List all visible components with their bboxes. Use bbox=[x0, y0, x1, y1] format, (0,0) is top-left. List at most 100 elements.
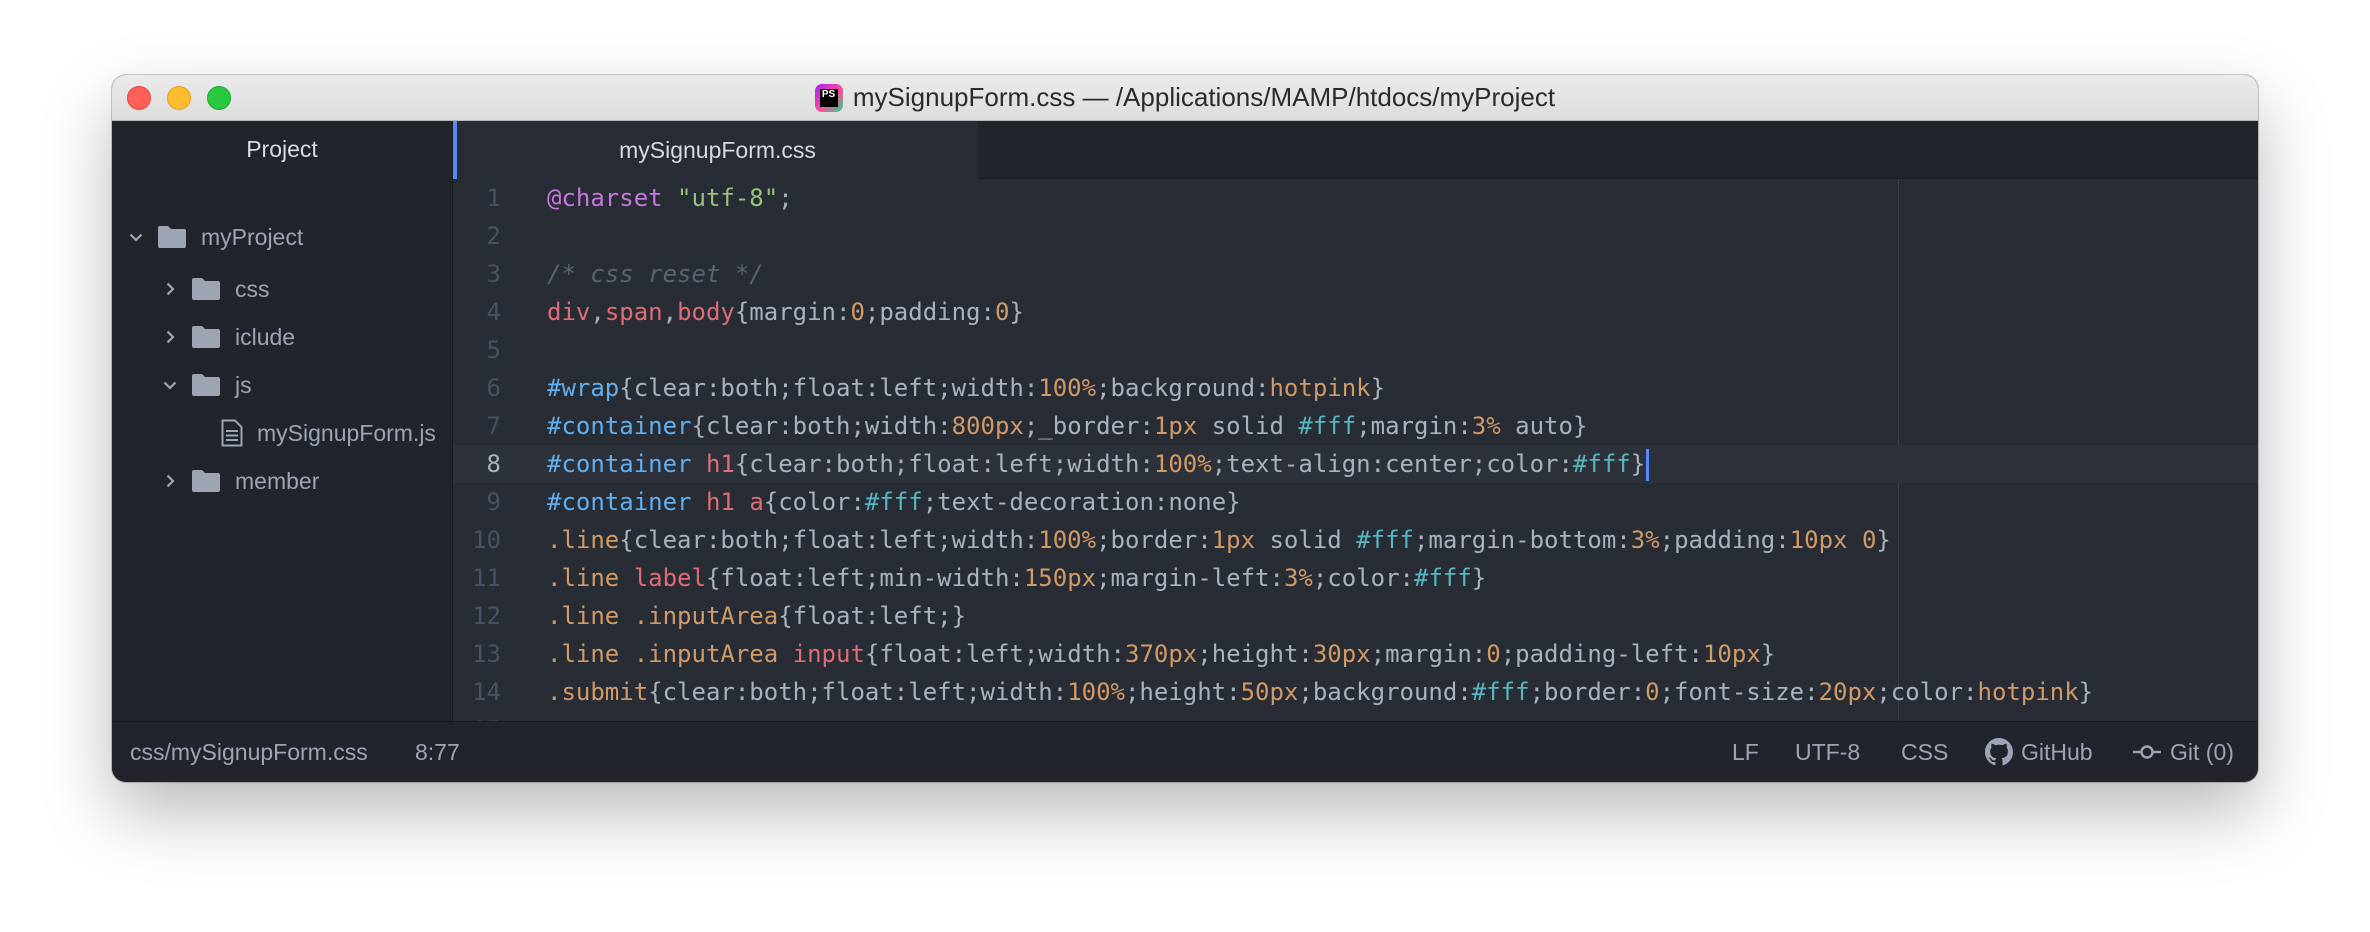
code-token: #fff bbox=[1471, 678, 1530, 706]
status-cursor-position[interactable]: 8:77 bbox=[415, 722, 460, 782]
code-token: ; bbox=[778, 184, 793, 212]
code-token: 0 bbox=[1861, 526, 1877, 554]
status-git-button[interactable]: Git (0) bbox=[2132, 722, 2234, 782]
chevron-right-icon[interactable] bbox=[159, 278, 181, 300]
tree-file-item[interactable]: mySignupForm.js bbox=[112, 411, 436, 455]
tree-folder-item[interactable]: myProject bbox=[112, 215, 303, 259]
line-number[interactable]: 13 bbox=[453, 635, 501, 673]
code-token: 100% bbox=[1067, 678, 1125, 706]
code-line[interactable]: 9 #container h1 a{color:#fff;text-decorat… bbox=[453, 483, 2258, 521]
code-token: ;background: bbox=[1298, 678, 1472, 706]
code-token: } bbox=[2078, 678, 2094, 706]
editor-window: PS mySignupForm.css — /Applications/MAMP… bbox=[112, 75, 2258, 782]
code-token: "utf-8" bbox=[677, 184, 779, 212]
code-line[interactable]: 7 #container{clear:both;width:800px;_bord… bbox=[453, 407, 2258, 445]
code-line[interactable]: 8 #container h1{clear:both;float:left;wid… bbox=[453, 445, 2258, 483]
line-number[interactable]: 14 bbox=[453, 673, 501, 711]
code-text: .line .inputArea{float:left;} bbox=[547, 597, 966, 635]
chevron-right-icon[interactable] bbox=[159, 326, 181, 348]
line-number[interactable]: 12 bbox=[453, 597, 501, 635]
line-number[interactable]: 8 bbox=[453, 445, 501, 483]
code-line[interactable]: 14 .submit{clear:both;float:left;width:10… bbox=[453, 673, 2258, 711]
tree-folder-item[interactable]: member bbox=[112, 459, 319, 503]
status-grammar[interactable]: CSS bbox=[1901, 722, 1948, 782]
status-encoding[interactable]: UTF-8 bbox=[1795, 722, 1860, 782]
code-text: #container h1 a{color:#fff;text-decorati… bbox=[547, 483, 1241, 521]
code-token: 800px bbox=[951, 412, 1024, 440]
code-token: ;padding: bbox=[864, 298, 995, 326]
code-token: ;text-decoration:none} bbox=[922, 488, 1241, 516]
code-token: 3% bbox=[1630, 526, 1660, 554]
code-text: div,span,body{margin:0;padding:0} bbox=[547, 293, 1024, 331]
code-token: ;height: bbox=[1197, 640, 1313, 668]
code-token: #fff bbox=[1298, 412, 1357, 440]
code-token: 0 bbox=[850, 298, 865, 326]
line-number[interactable]: 7 bbox=[453, 407, 501, 445]
chevron-down-icon[interactable] bbox=[159, 374, 181, 396]
code-token: hotpink bbox=[1977, 678, 2079, 706]
tree-item-label: mySignupForm.js bbox=[257, 419, 436, 446]
code-token: {clear:both;width: bbox=[691, 412, 952, 440]
code-line[interactable]: 6 #wrap{clear:both;float:left;width:100%;… bbox=[453, 369, 2258, 407]
chevron-right-icon[interactable] bbox=[159, 470, 181, 492]
title-bar[interactable]: PS mySignupForm.css — /Applications/MAMP… bbox=[112, 75, 2258, 121]
line-number[interactable]: 5 bbox=[453, 331, 501, 369]
line-number[interactable]: 4 bbox=[453, 293, 501, 331]
tab-mysignupform-css[interactable]: mySignupForm.css bbox=[453, 121, 978, 179]
tree-folder-item[interactable]: js bbox=[112, 363, 252, 407]
code-line[interactable]: 4 div,span,body{margin:0;padding:0} bbox=[453, 293, 2258, 331]
code-token: {float:left;} bbox=[778, 602, 967, 630]
code-token: span bbox=[604, 298, 663, 326]
line-number[interactable]: 6 bbox=[453, 369, 501, 407]
code-token: .line bbox=[547, 564, 620, 592]
code-editor[interactable]: 1 @charset "utf-8"; 2 3 /* css reset */ 4 div,… bbox=[453, 179, 2258, 722]
code-line[interactable]: 5 bbox=[453, 331, 2258, 369]
status-file-path[interactable]: css/mySignupForm.css bbox=[130, 722, 368, 782]
code-token: 370px bbox=[1125, 640, 1198, 668]
line-number[interactable]: 1 bbox=[453, 179, 501, 217]
code-text: .submit{clear:both;float:left;width:100%… bbox=[547, 673, 2093, 711]
code-token: 100% bbox=[1038, 374, 1097, 402]
line-number[interactable]: 11 bbox=[453, 559, 501, 597]
code-token: {clear:both;float:left;width: bbox=[648, 678, 1068, 706]
folder-icon bbox=[191, 469, 221, 493]
sidebar-header[interactable]: Project bbox=[112, 121, 452, 178]
code-token: 10px bbox=[1789, 526, 1848, 554]
code-line[interactable]: 2 bbox=[453, 217, 2258, 255]
code-line[interactable]: 12 .line .inputArea{float:left;} bbox=[453, 597, 2258, 635]
code-token: #container bbox=[547, 412, 692, 440]
code-token: 100% bbox=[1038, 526, 1097, 554]
code-token: .line bbox=[547, 526, 620, 554]
status-line-ending[interactable]: LF bbox=[1732, 722, 1759, 782]
status-github-button[interactable]: GitHub bbox=[1985, 722, 2093, 782]
line-number[interactable]: 10 bbox=[453, 521, 501, 559]
code-token: 0 bbox=[1645, 678, 1660, 706]
tree-folder-item[interactable]: iclude bbox=[112, 315, 295, 359]
folder-icon bbox=[191, 277, 221, 301]
code-token: {clear:both;float:left;width: bbox=[734, 450, 1154, 478]
code-line[interactable]: 1 @charset "utf-8"; bbox=[453, 179, 2258, 217]
code-line[interactable]: 3 /* css reset */ bbox=[453, 255, 2258, 293]
code-token: {float:left;min-width: bbox=[705, 564, 1024, 592]
tree-folder-item[interactable]: css bbox=[112, 267, 270, 311]
line-number[interactable]: 9 bbox=[453, 483, 501, 521]
window-title: mySignupForm.css — /Applications/MAMP/ht… bbox=[852, 82, 1556, 112]
code-token: input bbox=[792, 640, 865, 668]
chevron-down-icon[interactable] bbox=[125, 226, 147, 248]
phpstorm-app-icon: PS bbox=[814, 83, 843, 112]
code-token: {float:left;width: bbox=[864, 640, 1125, 668]
line-number[interactable]: 3 bbox=[453, 255, 501, 293]
code-token: 3% bbox=[1283, 564, 1313, 592]
code-line[interactable]: 10 .line{clear:both;float:left;width:100%… bbox=[453, 521, 2258, 559]
code-line[interactable]: 13 .line .inputArea input{float:left;widt… bbox=[453, 635, 2258, 673]
line-number[interactable]: 2 bbox=[453, 217, 501, 255]
code-token: {color: bbox=[763, 488, 865, 516]
tree-item-label: js bbox=[235, 371, 252, 398]
code-token: {clear:both;float:left;width: bbox=[619, 374, 1039, 402]
code-line[interactable]: 11 .line label{float:left;min-width:150px… bbox=[453, 559, 2258, 597]
tree-item-label: myProject bbox=[201, 223, 304, 250]
tree-item-label: css bbox=[235, 275, 270, 302]
